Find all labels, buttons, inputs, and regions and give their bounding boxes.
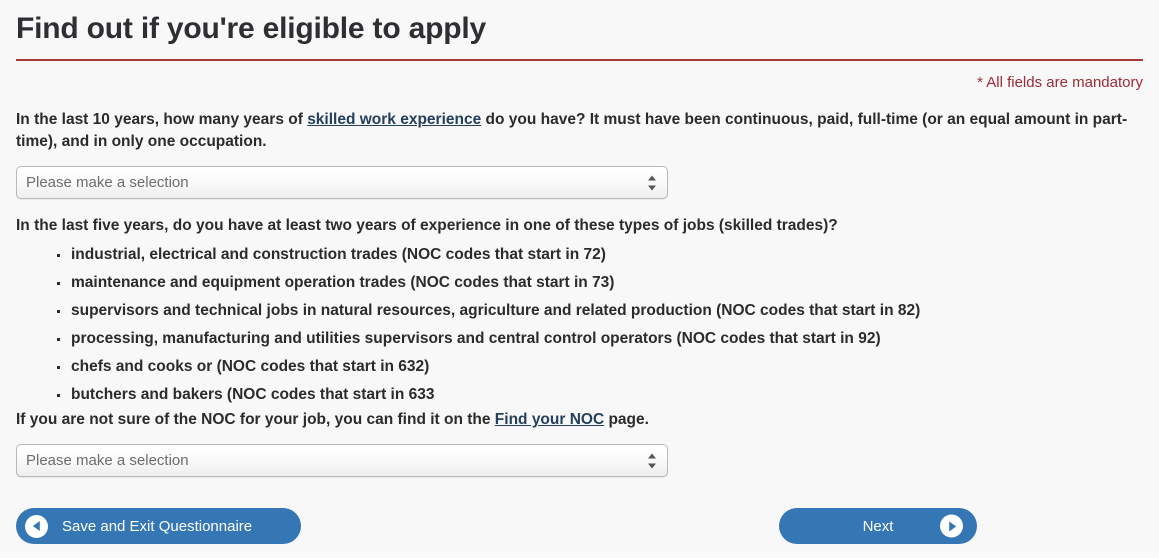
- list-item: butchers and bakers (NOC codes that star…: [16, 384, 1143, 406]
- noc-help-after: page.: [604, 411, 649, 428]
- list-item: industrial, electrical and construction …: [16, 244, 1143, 266]
- find-your-noc-link[interactable]: Find your NOC: [495, 411, 604, 428]
- noc-help-text: If you are not sure of the NOC for your …: [16, 409, 1143, 431]
- work-experience-select[interactable]: Please make a selection: [16, 166, 668, 199]
- page-title: Find out if you're eligible to apply: [16, 12, 486, 45]
- work-experience-select-wrap: Please make a selection: [16, 166, 668, 199]
- save-and-exit-button-label: Save and Exit Questionnaire: [62, 517, 253, 535]
- question-2-text: In the last five years, do you have at l…: [16, 217, 838, 234]
- arrow-right-circle-icon: [940, 514, 963, 538]
- eligibility-questionnaire-page: Find out if you're eligible to apply * A…: [0, 0, 1159, 558]
- list-item: processing, manufacturing and utilities …: [16, 328, 1143, 350]
- list-item: maintenance and equipment operation trad…: [16, 272, 1143, 294]
- noc-help-before: If you are not sure of the NOC for your …: [16, 411, 495, 428]
- bottom-strip: [0, 552, 1159, 558]
- skilled-trades-select[interactable]: Please make a selection: [16, 444, 668, 477]
- list-item: supervisors and technical jobs in natura…: [16, 300, 1143, 322]
- skilled-trades-list: industrial, electrical and construction …: [16, 237, 1143, 406]
- question-1-text: In the last 10 years, how many years of …: [16, 92, 1136, 153]
- skilled-work-experience-link[interactable]: skilled work experience: [307, 111, 481, 128]
- list-item: chefs and cooks or (NOC codes that start…: [16, 356, 1143, 378]
- next-button[interactable]: Next: [779, 508, 977, 544]
- form-actions: Save and Exit Questionnaire Next: [16, 508, 1143, 548]
- save-and-exit-button[interactable]: Save and Exit Questionnaire: [16, 508, 301, 544]
- arrow-left-circle-icon: [25, 514, 48, 538]
- question-1-text-before: In the last 10 years, how many years of: [16, 111, 308, 128]
- skilled-trades-select-wrap: Please make a selection: [16, 444, 668, 477]
- mandatory-fields-note: * All fields are mandatory: [977, 74, 1143, 91]
